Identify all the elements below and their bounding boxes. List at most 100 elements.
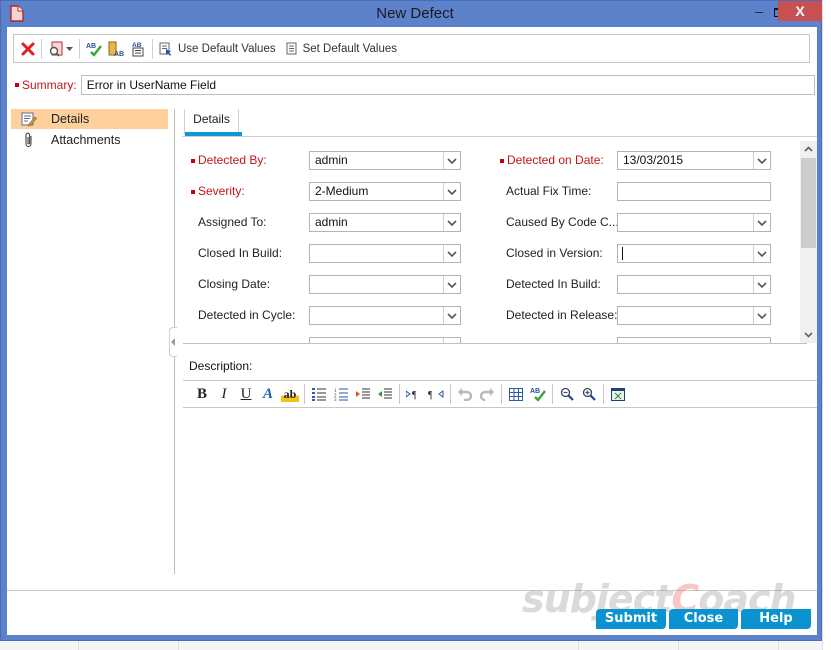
zoom-out-icon — [560, 387, 574, 401]
font-color-button[interactable]: A — [257, 383, 279, 405]
close-window-button[interactable]: X — [778, 1, 822, 21]
sidebar: Details Attachments — [11, 109, 168, 151]
required-marker — [15, 83, 19, 87]
svg-text:¶: ¶ — [412, 390, 417, 400]
bold-button[interactable]: B — [191, 383, 213, 405]
left-to-right-button[interactable]: ¶ — [403, 383, 425, 405]
close-button[interactable]: Close — [669, 609, 738, 629]
sidebar-item-details[interactable]: Details — [11, 109, 168, 129]
toolbar-separator — [603, 384, 604, 404]
spell-check-icon: AB — [530, 388, 546, 402]
sidebar-item-attachments[interactable]: Attachments — [11, 130, 168, 150]
required-marker — [191, 158, 195, 163]
bullet-list-icon — [312, 388, 326, 401]
detected-in-release-label: Detected in Release: — [506, 308, 618, 322]
chevron-down-icon[interactable] — [443, 214, 460, 231]
detected-by-combo[interactable]: admin — [309, 151, 461, 170]
new-defect-dialog: New Defect – X AB AB AB Use Default Valu… — [0, 0, 822, 641]
background-grid-line — [778, 641, 779, 650]
bold-icon: B — [196, 385, 207, 402]
chevron-down-icon[interactable] — [443, 276, 460, 293]
caused-by-code-change-label: Caused By Code C... — [506, 215, 619, 229]
scroll-down-icon[interactable] — [800, 327, 817, 343]
caused-by-code-change-combo[interactable] — [617, 213, 771, 232]
chevron-down-icon[interactable] — [443, 245, 460, 262]
summary-row: Summary: — [15, 75, 815, 95]
indent-button[interactable] — [352, 383, 374, 405]
zoom-in-button[interactable] — [578, 383, 600, 405]
chevron-down-icon[interactable] — [753, 307, 770, 324]
submit-button[interactable]: Submit — [596, 609, 666, 629]
required-marker — [500, 158, 504, 163]
detected-by-label: Detected By: — [191, 153, 267, 167]
detected-on-date-combo[interactable]: 13/03/2015 — [617, 151, 771, 170]
window-title: New Defect — [376, 5, 454, 22]
summary-input[interactable] — [80, 75, 815, 95]
chevron-down-icon[interactable] — [753, 276, 770, 293]
collapse-sidebar-handle[interactable] — [169, 327, 177, 357]
scrollbar-thumb[interactable] — [801, 158, 816, 248]
chevron-down-icon[interactable] — [753, 245, 770, 262]
spell-check-description-button[interactable]: AB — [527, 383, 549, 405]
highlight-button[interactable]: ab — [281, 386, 299, 402]
outdent-button[interactable] — [374, 383, 396, 405]
background-grid-line — [178, 641, 179, 650]
spell-check-button[interactable]: AB — [83, 38, 105, 60]
closed-in-build-combo[interactable] — [309, 244, 461, 263]
dialog-client-area: AB AB AB Use Default Values Set Default … — [7, 27, 817, 635]
severity-combo[interactable]: 2-Medium — [309, 182, 461, 201]
detected-in-cycle-combo[interactable] — [309, 306, 461, 325]
delete-button[interactable] — [18, 38, 38, 60]
toolbar-separator — [501, 384, 502, 404]
description-editor[interactable] — [183, 409, 817, 549]
fullscreen-button[interactable] — [607, 383, 629, 405]
closing-date-label: Closing Date: — [198, 277, 271, 291]
fields-scrollbar[interactable] — [800, 141, 817, 343]
italic-icon: I — [221, 385, 227, 402]
toolbar-separator — [399, 384, 400, 404]
chevron-down-icon[interactable] — [753, 214, 770, 231]
help-button[interactable]: Help — [741, 609, 811, 629]
combo-value: admin — [315, 153, 348, 167]
chevron-down-icon[interactable] — [753, 152, 770, 169]
closed-in-version-combo[interactable] — [617, 244, 771, 263]
main-toolbar: AB AB AB Use Default Values Set Default … — [13, 34, 810, 63]
tab-bar: Details — [182, 109, 817, 137]
title-bar[interactable]: New Defect – X — [1, 1, 822, 27]
assigned-to-combo[interactable]: admin — [309, 213, 461, 232]
zoom-out-button[interactable] — [556, 383, 578, 405]
svg-text:¶: ¶ — [428, 390, 433, 400]
set-default-values-button[interactable]: Set Default Values — [283, 38, 400, 60]
actual-fix-time-label: Actual Fix Time: — [506, 184, 592, 198]
detected-in-build-combo[interactable] — [617, 275, 771, 294]
insert-table-button[interactable] — [505, 383, 527, 405]
actual-fix-time-input[interactable] — [617, 182, 771, 201]
thesaurus-button[interactable]: AB — [105, 38, 127, 60]
undo-button[interactable] — [454, 383, 476, 405]
description-editor-toolbar: B I U A ab 123 ¶ ¶ AB — [183, 380, 817, 408]
undo-icon — [458, 388, 472, 401]
toolbar-separator — [79, 38, 80, 59]
bullet-list-button[interactable] — [308, 383, 330, 405]
find-similar-defects-button[interactable] — [45, 38, 76, 60]
right-to-left-button[interactable]: ¶ — [425, 383, 447, 405]
numbered-list-button[interactable]: 123 — [330, 383, 352, 405]
underline-button[interactable]: U — [235, 383, 257, 405]
chevron-down-icon[interactable] — [443, 307, 460, 324]
spelling-options-button[interactable]: AB — [127, 38, 149, 60]
paperclip-icon — [21, 132, 37, 148]
closing-date-combo[interactable] — [309, 275, 461, 294]
tab-details[interactable]: Details — [184, 109, 242, 136]
chevron-down-icon[interactable] — [443, 152, 460, 169]
scroll-up-icon[interactable] — [800, 141, 817, 157]
redo-button[interactable] — [476, 383, 498, 405]
fullscreen-icon — [611, 387, 625, 401]
thesaurus-icon: AB — [108, 41, 124, 57]
use-default-values-button[interactable]: Use Default Values — [156, 38, 279, 60]
italic-button[interactable]: I — [213, 383, 235, 405]
chevron-down-icon[interactable] — [443, 183, 460, 200]
detected-in-release-combo[interactable] — [617, 306, 771, 325]
svg-text:AB: AB — [114, 51, 124, 57]
combo-value: 2-Medium — [315, 184, 369, 198]
dropdown-arrow-icon — [66, 46, 73, 51]
